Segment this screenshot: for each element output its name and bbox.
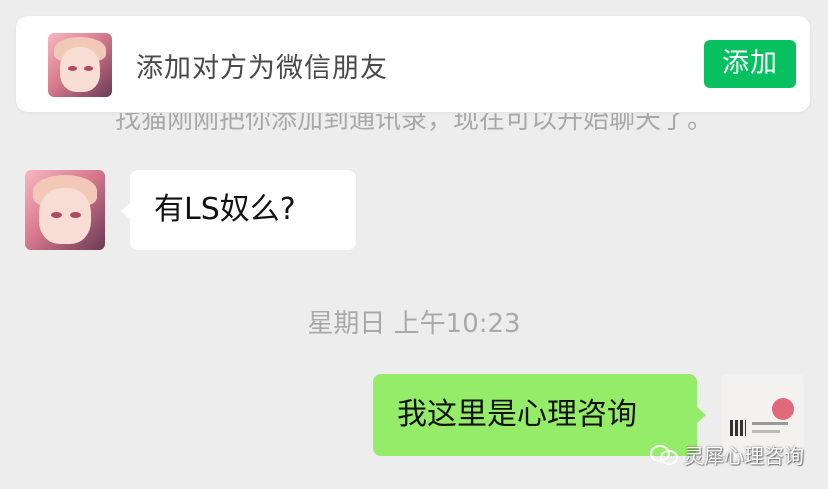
add-friend-prompt: 添加对方为微信朋友 <box>136 53 388 84</box>
wechat-icon <box>650 443 680 465</box>
qr-code-icon <box>730 420 746 436</box>
message-timestamp: 星期日 上午10:23 <box>307 309 521 339</box>
incoming-message-bubble[interactable]: 有LS奴么? <box>121 170 356 250</box>
watermark-text: 灵犀心理咨询 <box>684 443 804 468</box>
watermark: 灵犀心理咨询 <box>650 440 804 468</box>
add-friend-button[interactable]: 添加 <box>704 40 796 88</box>
contact-avatar[interactable] <box>48 33 112 97</box>
heart-icon <box>772 398 794 420</box>
add-friend-banner: 添加对方为微信朋友 添加 <box>16 16 810 112</box>
sender-avatar[interactable] <box>25 170 105 250</box>
outgoing-message-bubble[interactable]: 我这里是心理咨询 <box>373 374 706 456</box>
